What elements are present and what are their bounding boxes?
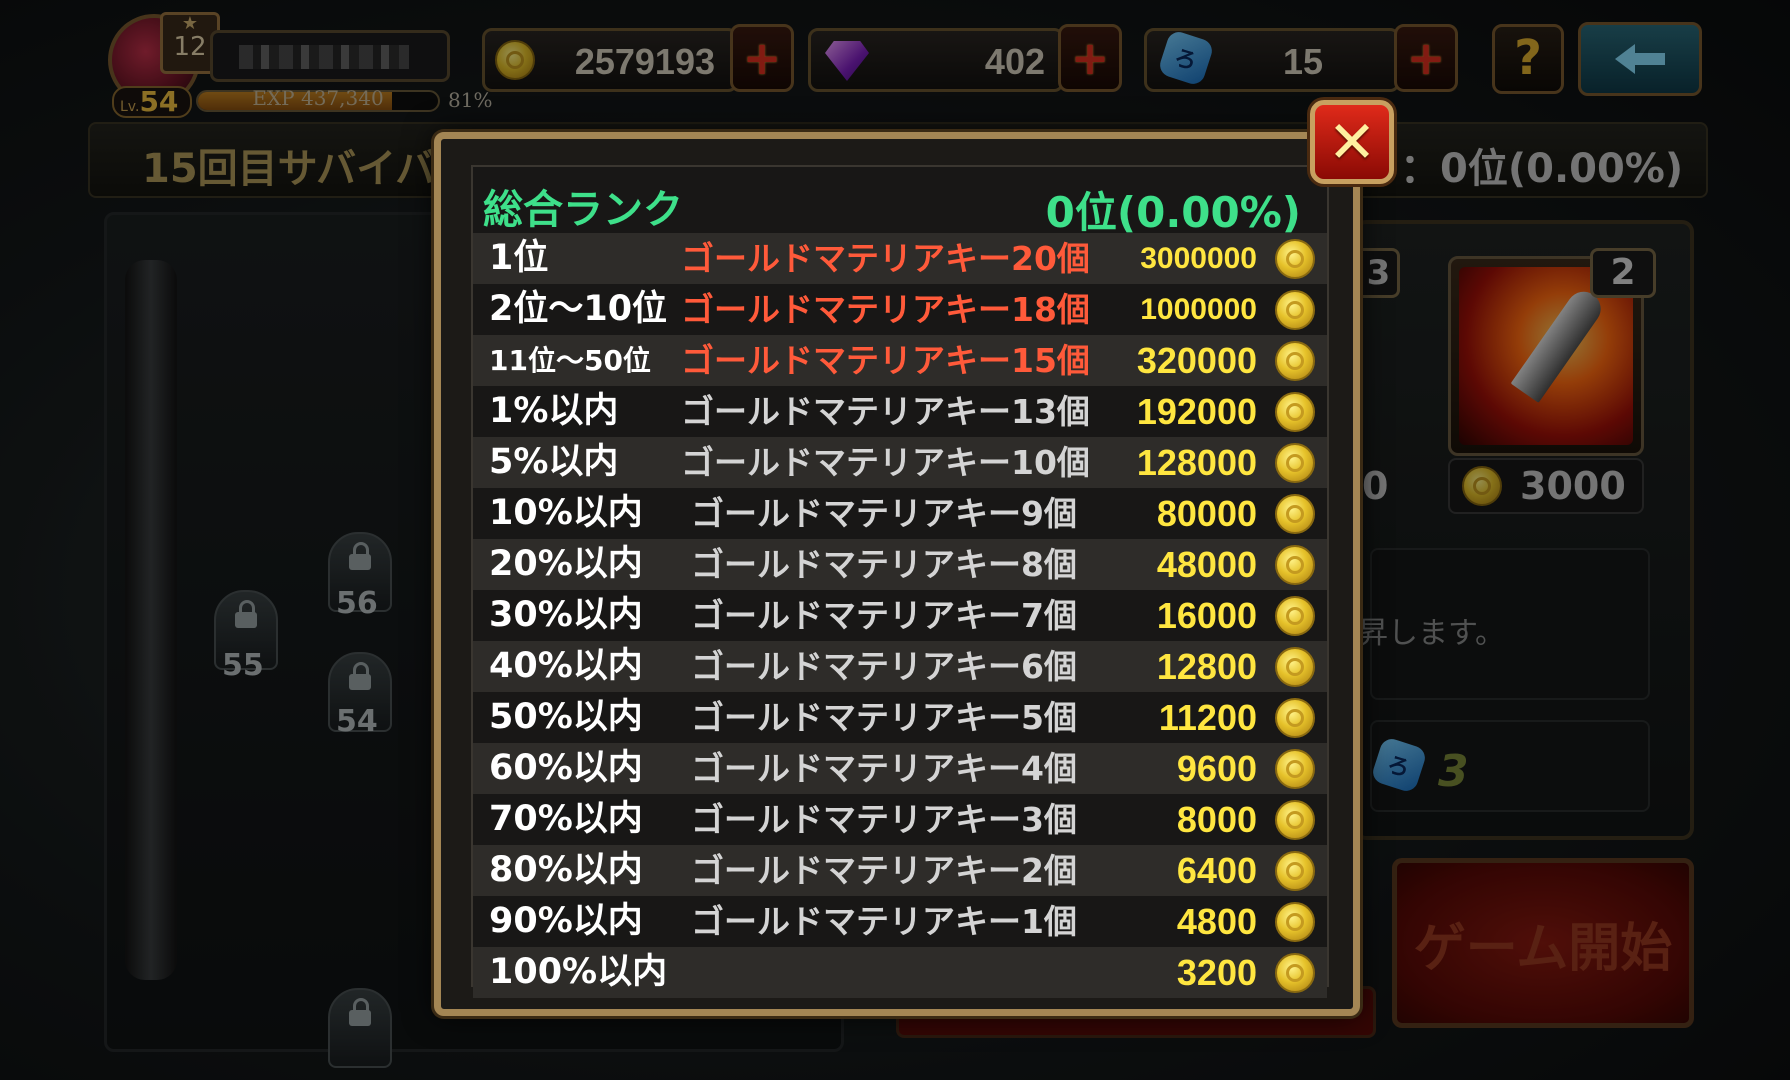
reward-item: ゴールドマテリアキー1個 [691,902,1077,941]
gold-coin-icon [1275,851,1315,891]
reward-gold: 3200 [1176,952,1257,993]
reward-rank: 50%以内 [489,697,643,737]
reward-rank: 10%以内 [489,493,643,533]
gold-coin-icon [1275,953,1315,993]
reward-row: 50%以内 ゴールドマテリアキー5個 11200 [473,692,1327,743]
reward-row: 11位～50位 ゴールドマテリアキー15個 320000 [473,335,1327,386]
reward-row: 20%以内 ゴールドマテリアキー8個 48000 [473,539,1327,590]
reward-item: ゴールドマテリアキー6個 [691,647,1077,686]
gold-coin-icon [1275,647,1315,687]
reward-table: 総合ランク 0位(0.00%) 1位 ゴールドマテリアキー20個 3000000 2位… [471,165,1329,998]
gold-coin-icon [1275,596,1315,636]
reward-rank: 20%以内 [489,544,643,584]
reward-item: ゴールドマテリアキー5個 [691,698,1077,737]
reward-rank: 1%以内 [489,391,619,431]
gold-coin-icon [1275,290,1315,330]
gold-coin-icon [1275,443,1315,483]
popup-header: 総合ランク 0位(0.00%) [473,167,1327,237]
gold-coin-icon [1275,341,1315,381]
reward-row: 100%以内 3200 [473,947,1327,998]
reward-item: ゴールドマテリアキー10個 [681,443,1090,482]
gold-coin-icon [1275,800,1315,840]
reward-item: ゴールドマテリアキー4個 [691,749,1077,788]
reward-rank: 70%以内 [489,799,643,839]
reward-item: ゴールドマテリアキー9個 [691,494,1077,533]
popup-title: 総合ランク [483,187,683,233]
reward-item: ゴールドマテリアキー13個 [681,392,1090,431]
reward-rank: 40%以内 [489,646,643,686]
reward-item: ゴールドマテリアキー20個 [681,239,1090,278]
gold-coin-icon [1275,902,1315,942]
reward-row: 80%以内 ゴールドマテリアキー2個 6400 [473,845,1327,896]
reward-row: 10%以内 ゴールドマテリアキー9個 80000 [473,488,1327,539]
gold-coin-icon [1275,545,1315,585]
my-rank: 0位(0.00%) [1045,188,1301,237]
reward-gold: 16000 [1156,595,1257,636]
reward-gold: 4800 [1176,901,1257,942]
reward-item: ゴールドマテリアキー3個 [691,800,1077,839]
reward-item: ゴールドマテリアキー18個 [681,290,1090,329]
reward-gold: 9600 [1176,748,1257,789]
reward-gold: 3000000 [1140,242,1257,275]
reward-rank: 60%以内 [489,748,643,788]
gold-coin-icon [1275,392,1315,432]
reward-rank: 2位～10位 [489,289,668,329]
reward-rank: 100%以内 [489,952,668,992]
reward-rank: 80%以内 [489,850,643,890]
reward-rank: 30%以内 [489,595,643,635]
reward-item: ゴールドマテリアキー7個 [691,596,1077,635]
reward-gold: 128000 [1136,442,1257,483]
gold-coin-icon [1275,239,1315,279]
reward-gold: 11200 [1158,697,1257,738]
gold-coin-icon [1275,698,1315,738]
reward-gold: 6400 [1176,850,1257,891]
reward-row: 1%以内 ゴールドマテリアキー13個 192000 [473,386,1327,437]
gold-coin-icon [1275,749,1315,789]
close-icon: ✕ [1327,108,1377,176]
reward-rank: 11位～50位 [489,344,651,377]
close-button[interactable]: ✕ [1310,100,1394,184]
reward-row: 2位～10位 ゴールドマテリアキー18個 1000000 [473,284,1327,335]
reward-gold: 320000 [1136,340,1257,381]
reward-row: 70%以内 ゴールドマテリアキー3個 8000 [473,794,1327,845]
reward-item: ゴールドマテリアキー2個 [691,851,1077,890]
reward-rank: 5%以内 [489,442,619,482]
reward-gold: 80000 [1156,493,1257,534]
reward-row: 1位 ゴールドマテリアキー20個 3000000 [473,233,1327,284]
reward-row: 60%以内 ゴールドマテリアキー4個 9600 [473,743,1327,794]
reward-gold: 1000000 [1140,293,1257,326]
reward-gold: 8000 [1176,799,1257,840]
reward-gold: 12800 [1156,646,1257,687]
reward-item: ゴールドマテリアキー8個 [691,545,1077,584]
reward-gold: 48000 [1156,544,1257,585]
reward-rank: 90%以内 [489,901,643,941]
reward-rank: 1位 [489,238,549,278]
reward-row: 5%以内 ゴールドマテリアキー10個 128000 [473,437,1327,488]
reward-item: ゴールドマテリアキー15個 [681,341,1090,380]
reward-row: 30%以内 ゴールドマテリアキー7個 16000 [473,590,1327,641]
rank-reward-popup: 総合ランク 0位(0.00%) 1位 ゴールドマテリアキー20個 3000000 2位… [434,132,1360,1016]
reward-gold: 192000 [1136,391,1257,432]
gold-coin-icon [1275,494,1315,534]
reward-row: 90%以内 ゴールドマテリアキー1個 4800 [473,896,1327,947]
reward-row: 40%以内 ゴールドマテリアキー6個 12800 [473,641,1327,692]
